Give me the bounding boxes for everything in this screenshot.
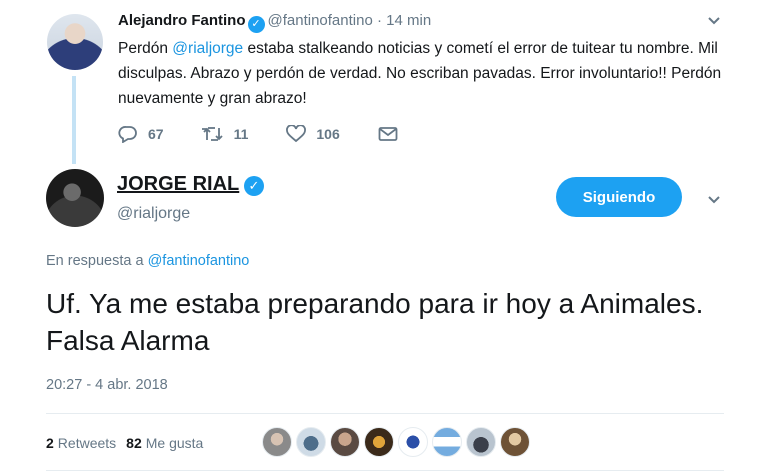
- mention-link[interactable]: @rialjorge: [172, 40, 243, 57]
- reply-button[interactable]: 67: [118, 125, 164, 143]
- tweet-actions: 67 11 106: [118, 122, 446, 146]
- liker-avatar[interactable]: [432, 427, 462, 457]
- divider: [46, 413, 724, 414]
- divider: [46, 470, 724, 471]
- verified-badge-icon: ✓: [247, 16, 265, 33]
- liker-avatar[interactable]: [262, 427, 292, 457]
- liker-avatar[interactable]: [500, 427, 530, 457]
- likes-label: Me gusta: [145, 435, 204, 451]
- retweet-button[interactable]: 11: [201, 125, 249, 143]
- liker-avatar[interactable]: [398, 427, 428, 457]
- liker-avatar[interactable]: [364, 427, 394, 457]
- in-reply-label: En respuesta a: [46, 253, 148, 269]
- chevron-down-icon[interactable]: [706, 191, 722, 212]
- tweet-text: Uf. Ya me estaba preparando para ir hoy …: [46, 288, 704, 356]
- retweet-icon: [201, 127, 223, 141]
- liker-avatar[interactable]: [466, 427, 496, 457]
- heart-icon: [286, 125, 307, 143]
- like-count: 106: [316, 126, 340, 142]
- in-reply-to: En respuesta a @fantinofantino: [46, 253, 249, 269]
- likes-stat[interactable]: 82 Me gusta: [126, 435, 203, 451]
- chevron-down-icon[interactable]: [706, 12, 722, 33]
- thread-line: [72, 76, 76, 164]
- author-handle[interactable]: @fantinofantino: [268, 12, 373, 29]
- author-handle[interactable]: @rialjorge: [117, 205, 190, 223]
- tweet-header: Alejandro Fantino ✓ @fantinofantino · 14 m…: [118, 12, 431, 33]
- main-tweet: JORGE RIAL ✓ @rialjorge Siguiendo En res…: [0, 165, 767, 472]
- liker-avatar[interactable]: [296, 427, 326, 457]
- retweet-count: 11: [233, 126, 249, 142]
- following-button[interactable]: Siguiendo: [556, 177, 682, 217]
- tweet-stats: 2 Retweets 82 Me gusta: [46, 423, 213, 463]
- verified-badge-icon: ✓: [244, 176, 264, 196]
- tweet-time[interactable]: · 14 min: [377, 12, 431, 29]
- liker-avatar[interactable]: [330, 427, 360, 457]
- author-name[interactable]: JORGE RIAL: [117, 173, 239, 196]
- envelope-icon: [378, 127, 398, 141]
- avatar[interactable]: [46, 169, 104, 227]
- direct-message-button[interactable]: [378, 126, 408, 142]
- reply-icon: [118, 126, 137, 143]
- mention-link[interactable]: @fantinofantino: [148, 253, 250, 269]
- like-button[interactable]: 106: [286, 125, 340, 143]
- likes-count: 82: [126, 435, 142, 451]
- reply-tweet: Alejandro Fantino ✓ @fantinofantino · 14 m…: [0, 0, 767, 165]
- reply-count: 67: [148, 126, 164, 142]
- retweets-label: Retweets: [57, 435, 117, 451]
- tweet-text: Perdón @rialjorge estaba stalkeando noti…: [118, 36, 728, 111]
- author-name[interactable]: Alejandro Fantino: [118, 12, 246, 29]
- retweets-count: 2: [46, 435, 54, 451]
- tweet-timestamp[interactable]: 20:27 - 4 abr. 2018: [46, 377, 168, 393]
- retweets-stat[interactable]: 2 Retweets: [46, 435, 116, 451]
- avatar[interactable]: [47, 14, 103, 70]
- likers-avatars: [262, 427, 534, 457]
- tweet-text-part: Perdón: [118, 40, 173, 57]
